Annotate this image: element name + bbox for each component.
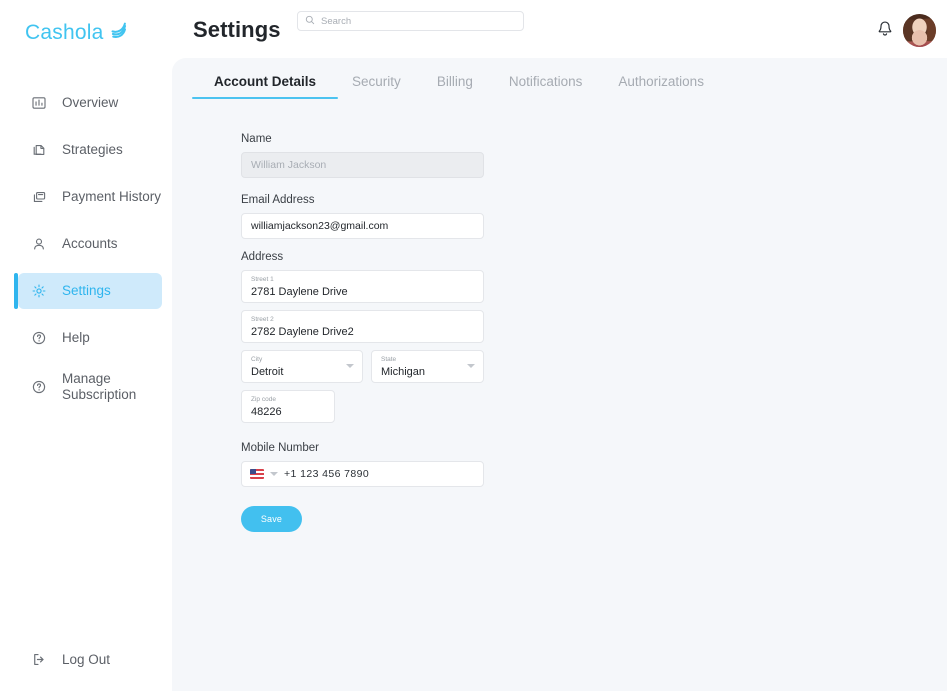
zip-value: 48226 [251,406,282,418]
mobile-value: +1 123 456 7890 [284,468,370,480]
tab-security[interactable]: Security [352,74,401,99]
chevron-down-icon [467,364,475,368]
street2-field[interactable]: Street 2 2782 Daylene Drive2 [241,310,484,343]
logout-label: Log Out [62,651,111,667]
zip-label: Zip code [251,396,276,403]
tab-account-details[interactable]: Account Details [191,74,339,99]
tab-bar: Account Details Security Billing Notific… [191,74,740,99]
sidebar-item-label: Payment History [62,189,162,205]
sidebar: Cashola Overview Strategies Payment Hist… [0,0,172,691]
sidebar-item-label: Manage Subscription [62,371,137,402]
account-details-form: Name William Jackson Email Address willi… [241,133,491,532]
question-circle-icon [30,329,48,347]
sidebar-item-label: Overview [62,95,119,111]
page-title: Settings [193,17,281,42]
street1-label: Street 1 [251,276,274,283]
brand-logo[interactable]: Cashola [25,20,129,45]
sidebar-item-label: Settings [62,283,111,299]
main-content: Account Details Security Billing Notific… [172,58,947,691]
state-value: Michigan [381,366,426,378]
tab-billing[interactable]: Billing [437,74,473,99]
name-field[interactable]: William Jackson [241,152,484,178]
top-bar: Settings [172,0,947,58]
logout-icon [30,650,48,668]
sidebar-item-help[interactable]: Help [18,320,162,356]
sidebar-item-label: Accounts [62,236,118,252]
sidebar-item-settings[interactable]: Settings [14,273,162,309]
tab-notifications[interactable]: Notifications [509,74,583,99]
mobile-label: Mobile Number [241,442,319,454]
logout-button[interactable]: Log Out [18,650,110,668]
chevron-down-icon [346,364,354,368]
search-input[interactable] [321,15,516,27]
gear-icon [30,282,48,300]
avatar-image [903,14,936,47]
swirl-leaf-icon [109,20,129,45]
name-placeholder: William Jackson [251,159,327,171]
tab-authorizations[interactable]: Authorizations [618,74,704,99]
city-label: City [251,356,263,363]
street1-field[interactable]: Street 1 2781 Daylene Drive [241,270,484,303]
search-box[interactable] [297,11,524,31]
sidebar-item-strategies[interactable]: Strategies [18,132,162,168]
street2-value: 2782 Daylene Drive2 [251,326,354,338]
chevron-down-icon[interactable] [270,472,278,476]
search-icon [305,12,315,30]
address-label: Address [241,251,284,263]
state-label: State [381,356,397,363]
sidebar-item-manage-subscription[interactable]: Manage Subscription [18,367,162,407]
sidebar-item-payment-history[interactable]: Payment History [18,179,162,215]
email-label: Email Address [241,194,315,206]
city-value: Detroit [251,366,284,378]
question-circle-icon [30,378,48,396]
state-select[interactable]: State Michigan [371,350,484,383]
mobile-field[interactable]: +1 123 456 7890 [241,461,484,487]
city-select[interactable]: City Detroit [241,350,363,383]
us-flag-icon [250,469,264,479]
sidebar-item-overview[interactable]: Overview [18,85,162,121]
email-value: williamjackson23@gmail.com [251,220,389,232]
bar-chart-icon [30,94,48,112]
zip-field[interactable]: Zip code 48226 [241,390,335,423]
user-avatar[interactable] [903,14,936,47]
sidebar-item-label: Help [62,330,90,346]
city-state-row: City Detroit State Michigan [241,350,491,390]
person-icon [30,235,48,253]
payment-card-icon [30,188,48,206]
sidebar-item-accounts[interactable]: Accounts [18,226,162,262]
street1-value: 2781 Daylene Drive [251,286,348,298]
name-label: Name [241,133,272,145]
save-button[interactable]: Save [241,506,302,532]
app-window: Cashola Overview Strategies Payment Hist… [0,0,947,691]
sidebar-item-label: Strategies [62,142,123,158]
sidebar-nav: Overview Strategies Payment History Acco… [0,85,172,418]
street2-label: Street 2 [251,316,274,323]
layers-document-icon [30,141,48,159]
brand-name: Cashola [25,20,104,44]
email-field[interactable]: williamjackson23@gmail.com [241,213,484,239]
bell-icon[interactable] [875,19,895,39]
